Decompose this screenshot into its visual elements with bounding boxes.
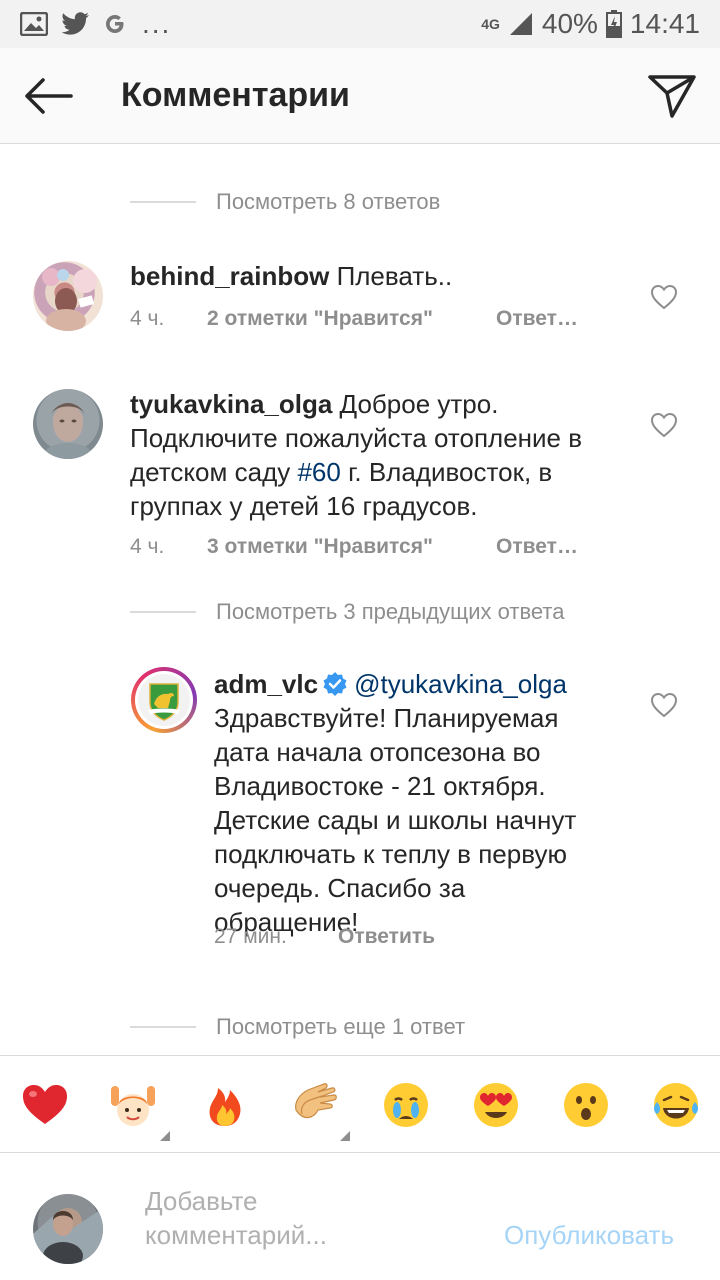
twitter-icon <box>62 12 89 35</box>
view-previous-replies-button[interactable]: Посмотреть 3 предыдущих ответа <box>130 599 564 625</box>
user-photo-image <box>44 403 92 459</box>
likes-count-link[interactable]: 2 отметки "Нравится" <box>207 307 496 331</box>
notification-icons: ... <box>20 8 171 40</box>
reply-button[interactable]: Ответ… <box>496 307 578 331</box>
comment-meta: 4 ч. 2 отметки "Нравится" Ответ… <box>130 307 578 331</box>
gallery-icon <box>20 12 48 36</box>
comment-body: Плевать.. <box>336 261 453 291</box>
avatar <box>135 671 193 729</box>
like-heart-icon[interactable] <box>650 412 678 438</box>
divider <box>130 201 196 203</box>
like-heart-icon[interactable] <box>650 692 678 718</box>
comment-text: tyukavkina_olga Доброе утро. Подключите … <box>130 387 630 523</box>
divider <box>130 611 196 613</box>
hashtag-link[interactable]: #60 <box>297 457 340 487</box>
fire-icon[interactable] <box>200 1080 250 1130</box>
view-previous-replies-label: Посмотреть 3 предыдущих ответа <box>216 599 565 624</box>
avatar[interactable] <box>33 389 103 459</box>
comment-text: adm_vlc @tyukavkina_olga Здравствуйте! П… <box>214 667 614 939</box>
google-icon <box>106 15 124 33</box>
current-user-avatar <box>33 1194 103 1264</box>
back-button[interactable] <box>0 48 95 144</box>
surprised-face-icon[interactable] <box>561 1080 611 1130</box>
status-bar: ... 4G 40% 14:41 <box>0 0 720 48</box>
skin-tone-indicator <box>340 1131 350 1141</box>
comment-username[interactable]: behind_rainbow <box>130 261 329 291</box>
comment-username[interactable]: tyukavkina_olga <box>130 389 332 419</box>
comment-input[interactable]: Добавьте комментарий... <box>145 1184 445 1252</box>
signal-icon <box>509 13 532 35</box>
reply-button[interactable]: Ответить <box>338 925 435 949</box>
skin-tone-indicator <box>160 1131 170 1141</box>
quick-emoji-bar <box>0 1055 720 1153</box>
publish-button[interactable]: Опубликовать <box>504 1220 674 1251</box>
comment-meta: 4 ч. 3 отметки "Нравится" Ответ… <box>130 535 578 559</box>
clapping-hands-icon[interactable] <box>290 1080 340 1130</box>
crying-face-icon[interactable] <box>381 1080 431 1130</box>
page-title: Комментарии <box>121 76 350 114</box>
comment-username[interactable]: adm_vlc <box>214 669 318 699</box>
comment-meta: 27 мин. Ответить <box>214 925 435 949</box>
user-photo-image <box>33 1208 103 1264</box>
view-more-replies-button[interactable]: Посмотреть еще 1 ответ <box>130 1014 465 1040</box>
comment-composer: Добавьте комментарий... Опубликовать <box>0 1154 720 1280</box>
avatar[interactable] <box>33 261 103 331</box>
avatar-story-ring[interactable] <box>131 667 197 733</box>
like-heart-icon[interactable] <box>650 284 678 310</box>
comment-body: Здравствуйте! Планируемая дата начала от… <box>214 703 577 937</box>
verified-badge-icon <box>323 672 347 696</box>
comment-time: 27 мин. <box>214 925 287 948</box>
view-replies-label: Посмотреть 8 ответов <box>216 189 441 214</box>
system-status: 4G 40% 14:41 <box>481 8 700 40</box>
share-button[interactable] <box>624 48 720 144</box>
heart-eyes-face-icon[interactable] <box>471 1080 521 1130</box>
clock: 14:41 <box>629 8 700 39</box>
paper-plane-icon <box>648 74 696 118</box>
reply-button[interactable]: Ответ… <box>496 535 578 559</box>
app-header: Комментарии <box>0 48 720 144</box>
tears-of-joy-face-icon[interactable] <box>651 1080 701 1130</box>
divider <box>130 1026 196 1028</box>
more-notifications-text: ... <box>142 8 172 39</box>
battery-icon <box>605 10 622 38</box>
network-type-label: 4G <box>481 16 500 32</box>
raising-hands-icon[interactable] <box>108 1080 158 1130</box>
comments-list[interactable]: Посмотреть 8 ответов behind_rainbow Плев… <box>0 145 720 1055</box>
comment-text: behind_rainbow Плевать.. <box>130 259 650 293</box>
likes-count-link[interactable]: 3 отметки "Нравится" <box>207 535 496 559</box>
red-heart-icon[interactable] <box>20 1080 70 1130</box>
battery-percent: 40% <box>541 8 598 39</box>
comment-time: 4 ч. <box>130 535 165 558</box>
mention-link[interactable]: @tyukavkina_olga <box>354 669 567 699</box>
user-photo-image <box>42 268 97 331</box>
comment-time: 4 ч. <box>130 307 165 330</box>
arrow-left-icon <box>24 77 73 114</box>
view-replies-button[interactable]: Посмотреть 8 ответов <box>130 189 440 215</box>
view-more-replies-label: Посмотреть еще 1 ответ <box>216 1014 466 1039</box>
coat-of-arms-logo <box>138 674 190 726</box>
